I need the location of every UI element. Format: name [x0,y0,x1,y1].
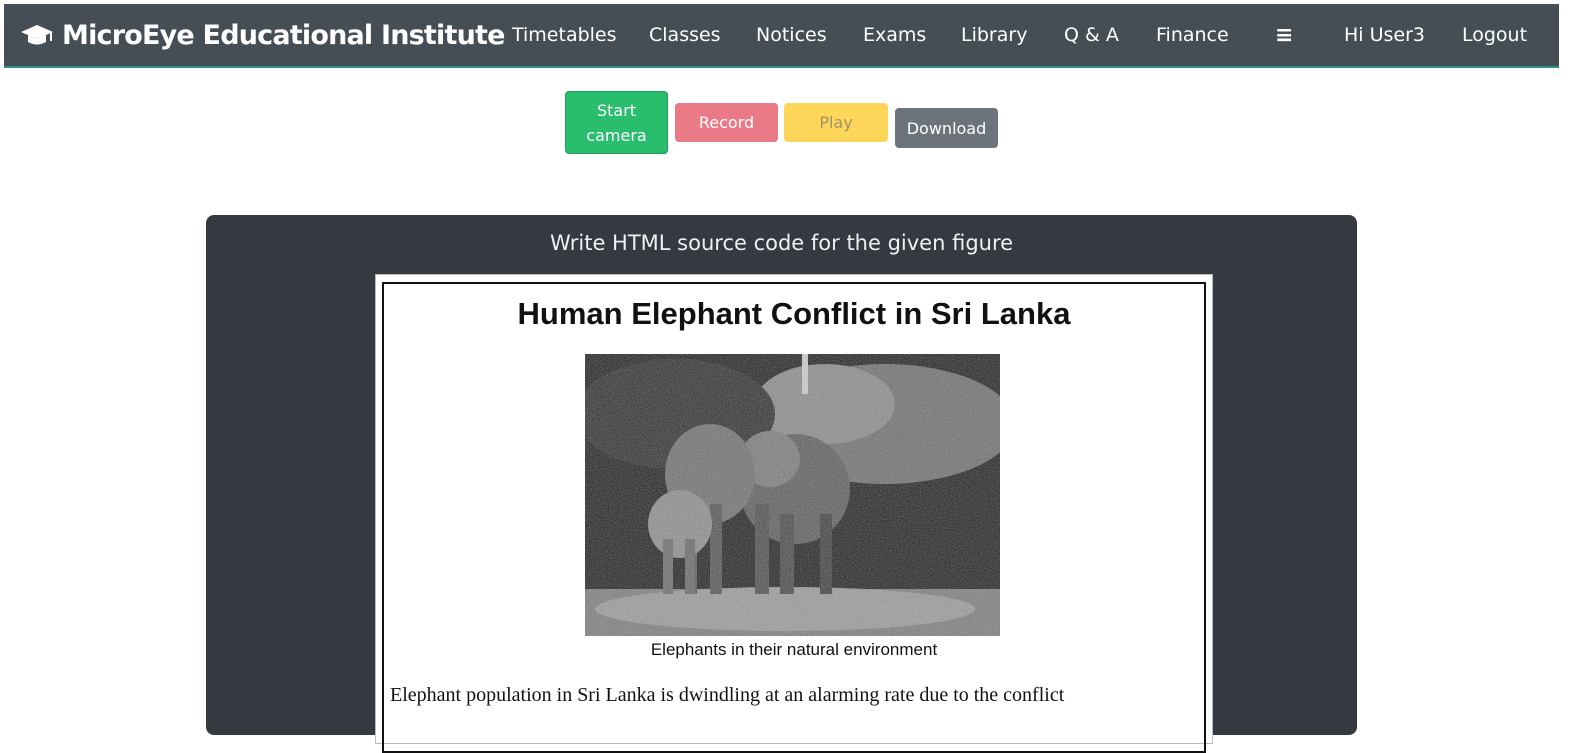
nav-finance[interactable]: Finance [1156,4,1229,66]
nav-logout[interactable]: Logout [1462,4,1527,66]
graduation-cap-icon [21,25,53,45]
top-navbar: MicroEye Educational Institute Timetable… [4,4,1559,68]
nav-notices[interactable]: Notices [756,4,827,66]
figure-frame: Human Elephant Conflict in Sri Lanka Ele… [382,282,1206,753]
hamburger-menu-icon[interactable]: ≡ [1275,4,1293,66]
record-button[interactable]: Record [675,103,778,142]
photo-caption: Elephants in their natural environment [650,640,938,659]
nav-qa[interactable]: Q & A [1064,4,1119,66]
brand-name: MicroEye Educational Institute [62,19,505,51]
brand[interactable]: MicroEye Educational Institute [20,4,505,66]
question-panel: Write HTML source code for the given fig… [206,215,1357,753]
figure-paragraph: Elephant population in Sri Lanka is dwin… [390,684,1065,706]
elephant-photo [585,354,1000,636]
figure-heading: Human Elephant Conflict in Sri Lanka [517,296,1071,331]
figure-image: Human Elephant Conflict in Sri Lanka Ele… [375,274,1213,753]
play-button[interactable]: Play [784,103,888,142]
start-camera-button[interactable]: Start camera [565,91,668,154]
nav-library[interactable]: Library [961,4,1027,66]
nav-classes[interactable]: Classes [649,4,721,66]
nav-timetables[interactable]: Timetables [512,4,617,66]
download-button[interactable]: Download [895,108,998,148]
panel-title: Write HTML source code for the given fig… [549,231,1014,255]
nav-user-greeting[interactable]: Hi User3 [1344,4,1425,66]
nav-exams[interactable]: Exams [863,4,926,66]
